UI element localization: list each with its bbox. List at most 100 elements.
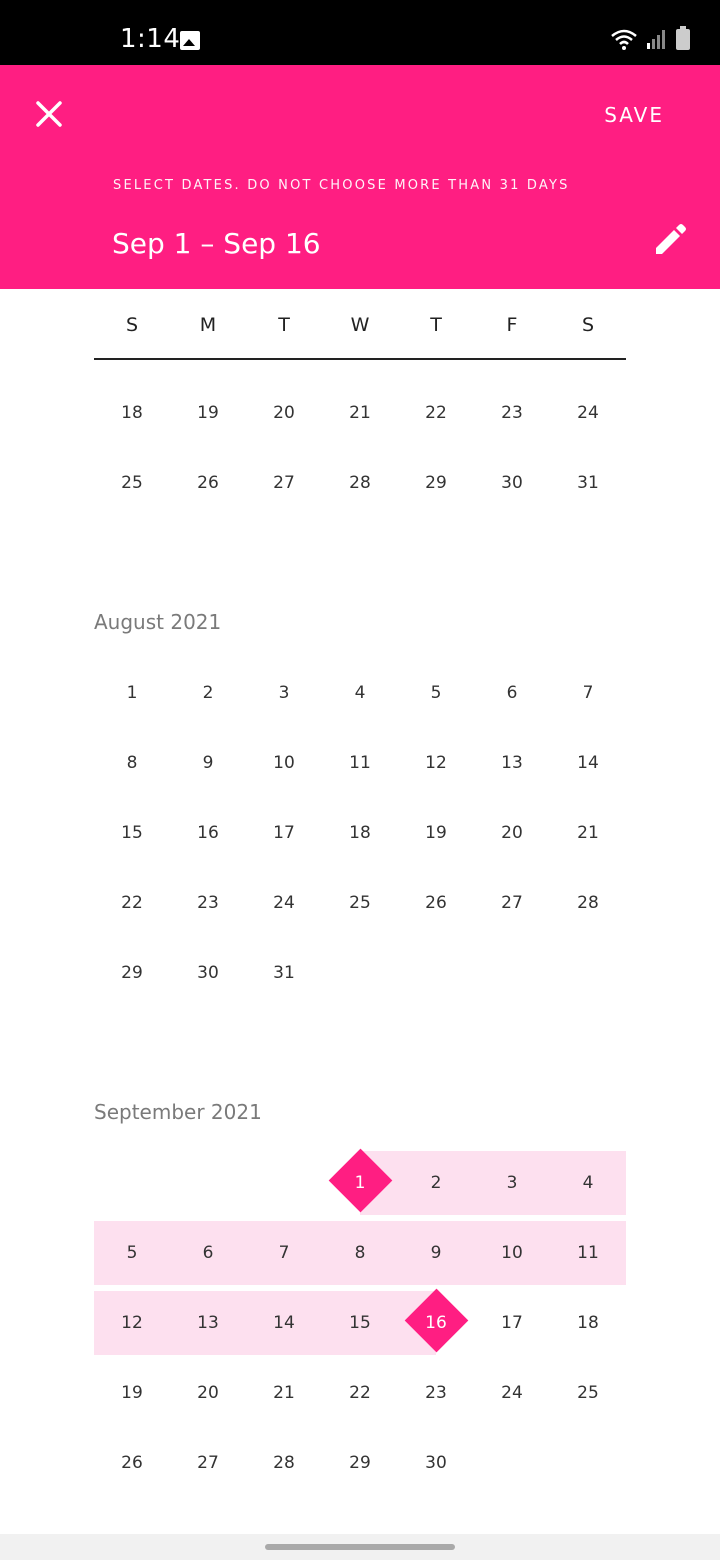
day-cell[interactable]: 8 [322, 1218, 398, 1288]
day-cell[interactable]: 22 [94, 868, 170, 938]
day-cell[interactable]: 6 [170, 1218, 246, 1288]
day-cell[interactable]: 16 [398, 1288, 474, 1358]
save-button[interactable]: SAVE [604, 103, 664, 127]
day-cell[interactable]: 31 [550, 448, 626, 518]
day-cell[interactable]: 11 [322, 728, 398, 798]
day-cell[interactable]: 27 [246, 448, 322, 518]
weekday-label: T [430, 314, 442, 336]
day-cell[interactable]: 25 [550, 1358, 626, 1428]
day-cell[interactable]: 11 [550, 1218, 626, 1288]
weekday-label: F [506, 314, 518, 336]
day-cell[interactable]: 4 [550, 1148, 626, 1218]
day-cell[interactable]: 4 [322, 658, 398, 728]
day-cell[interactable]: 28 [322, 448, 398, 518]
day-cell[interactable]: 3 [246, 658, 322, 728]
day-cell[interactable]: 30 [474, 448, 550, 518]
day-cell[interactable]: 28 [246, 1428, 322, 1498]
weekday-label: S [581, 314, 595, 336]
week-row: 15 16 17 18 19 20 21 [94, 798, 626, 868]
day-cell[interactable]: 17 [246, 798, 322, 868]
day-cell[interactable]: 12 [94, 1288, 170, 1358]
day-cell[interactable]: 18 [94, 378, 170, 448]
day-cell[interactable]: 10 [474, 1218, 550, 1288]
calendar-scroll-area[interactable]: 18 19 20 21 22 23 24 25 26 27 28 29 30 31 August 2021 1… [0, 362, 720, 1534]
day-cell[interactable]: 26 [170, 448, 246, 518]
day-cell[interactable]: 5 [94, 1218, 170, 1288]
day-cell[interactable]: 29 [94, 938, 170, 1008]
day-cell[interactable]: 27 [474, 868, 550, 938]
week-row: 1234567 [94, 658, 626, 728]
month-title: September 2021 [94, 1100, 262, 1124]
day-cell[interactable]: 7 [246, 1218, 322, 1288]
day-cell[interactable]: 2 [398, 1148, 474, 1218]
month-grid: 18 19 20 21 22 23 24 25 26 27 28 29 30 31 [94, 378, 626, 518]
day-cell[interactable]: 17 [474, 1288, 550, 1358]
day-cell[interactable]: 25 [94, 448, 170, 518]
day-cell[interactable]: 9 [170, 728, 246, 798]
weekday-label: M [199, 314, 217, 336]
day-cell[interactable]: 30 [398, 1428, 474, 1498]
day-cell[interactable]: 6 [474, 658, 550, 728]
weekday-label: T [278, 314, 290, 336]
edit-button[interactable] [650, 220, 690, 260]
instruction-text: SELECT DATES. DO NOT CHOOSE MORE THAN 31… [113, 178, 570, 193]
day-cell[interactable]: 19 [170, 378, 246, 448]
close-button[interactable] [28, 93, 70, 135]
day-cell[interactable]: 29 [322, 1428, 398, 1498]
day-cell[interactable]: 16 [170, 798, 246, 868]
month-title: August 2021 [94, 610, 222, 634]
day-cell[interactable]: 27 [170, 1428, 246, 1498]
day-cell[interactable]: 20 [170, 1358, 246, 1428]
day-cell[interactable]: 5 [398, 658, 474, 728]
day-cell[interactable]: 14 [550, 728, 626, 798]
day-cell[interactable]: 26 [94, 1428, 170, 1498]
close-icon [36, 101, 62, 127]
day-cell[interactable]: 30 [170, 938, 246, 1008]
day-cell[interactable]: 21 [550, 798, 626, 868]
home-gesture-handle[interactable] [265, 1544, 455, 1550]
day-cell[interactable]: 31 [246, 938, 322, 1008]
week-row: 25 26 27 28 29 30 31 [94, 448, 626, 518]
day-cell[interactable]: 24 [246, 868, 322, 938]
day-cell[interactable]: 15 [94, 798, 170, 868]
day-cell[interactable]: 18 [322, 798, 398, 868]
day-cell[interactable]: 1 [322, 1148, 398, 1218]
day-cell[interactable]: 23 [170, 868, 246, 938]
day-cell[interactable]: 22 [322, 1358, 398, 1428]
day-cell[interactable]: 20 [246, 378, 322, 448]
day-cell[interactable]: 24 [550, 378, 626, 448]
day-cell[interactable]: 25 [322, 868, 398, 938]
week-row: 26 27 28 29 30 [94, 1428, 626, 1498]
week-row: 1234 [94, 1148, 626, 1218]
day-cell[interactable]: 15 [322, 1288, 398, 1358]
day-cell[interactable]: 12 [398, 728, 474, 798]
day-cell[interactable]: 29 [398, 448, 474, 518]
day-cell[interactable]: 9 [398, 1218, 474, 1288]
day-cell[interactable]: 24 [474, 1358, 550, 1428]
day-cell[interactable]: 13 [170, 1288, 246, 1358]
week-row: 8 9 10 11 12 13 14 [94, 728, 626, 798]
day-cell[interactable]: 1 [94, 658, 170, 728]
day-cell[interactable]: 26 [398, 868, 474, 938]
day-cell[interactable]: 10 [246, 728, 322, 798]
week-row: 22 23 24 25 26 27 28 [94, 868, 626, 938]
day-cell[interactable]: 7 [550, 658, 626, 728]
day-cell[interactable]: 20 [474, 798, 550, 868]
day-cell[interactable]: 18 [550, 1288, 626, 1358]
day-cell[interactable]: 28 [550, 868, 626, 938]
day-cell[interactable]: 21 [246, 1358, 322, 1428]
day-cell[interactable]: 8 [94, 728, 170, 798]
day-cell[interactable]: 23 [398, 1358, 474, 1428]
day-cell[interactable]: 19 [398, 798, 474, 868]
day-cell[interactable]: 22 [398, 378, 474, 448]
day-cell[interactable]: 23 [474, 378, 550, 448]
day-cell[interactable]: 2 [170, 658, 246, 728]
day-cell[interactable]: 19 [94, 1358, 170, 1428]
day-cell[interactable]: 3 [474, 1148, 550, 1218]
status-time: 1:14 [120, 24, 181, 54]
weekday-label: W [350, 314, 370, 336]
weekday-label: S [125, 314, 139, 336]
day-cell[interactable]: 13 [474, 728, 550, 798]
day-cell[interactable]: 21 [322, 378, 398, 448]
day-cell[interactable]: 14 [246, 1288, 322, 1358]
